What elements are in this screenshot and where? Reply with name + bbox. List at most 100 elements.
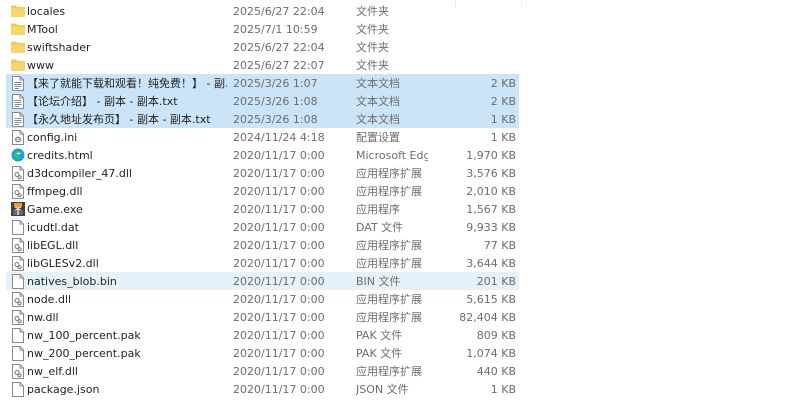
file-modified-date: 2020/11/17 0:00 (233, 256, 325, 270)
file-modified-date: 2020/11/17 0:00 (233, 220, 325, 234)
text-file-icon (10, 75, 26, 91)
file-name: nw_elf.dll (27, 364, 78, 378)
file-name: MTool (27, 22, 58, 36)
file-name: www (27, 58, 54, 72)
dll-file-icon (10, 183, 26, 199)
file-size: 440 KB (476, 364, 516, 378)
file-row[interactable]: package.json 2020/11/17 0:00 JSON 文件 1 KB (6, 380, 519, 398)
file-name: 【来了就能下载和观看！纯免费！】 - 副… (27, 77, 227, 90)
file-size: 1 KB (490, 112, 516, 126)
file-size: 809 KB (476, 328, 516, 342)
file-size: 1,970 KB (466, 148, 516, 162)
dll-file-icon (10, 255, 26, 271)
file-row[interactable]: locales 2025/6/27 22:04 文件夹 (6, 2, 519, 20)
folder-icon (10, 57, 26, 73)
file-name: package.json (27, 382, 100, 396)
file-size: 5,615 KB (466, 292, 516, 306)
file-modified-date: 2020/11/17 0:00 (233, 292, 325, 306)
file-name: Game.exe (27, 202, 83, 216)
file-size: 2,010 KB (466, 184, 516, 198)
file-type: 文件夹 (356, 23, 389, 36)
file-name: d3dcompiler_47.dll (27, 166, 132, 180)
file-size: 9,933 KB (466, 220, 516, 234)
file-row[interactable]: node.dll 2020/11/17 0:00 应用程序扩展 5,615 KB (6, 290, 519, 308)
file-row[interactable]: d3dcompiler_47.dll 2020/11/17 0:00 应用程序扩展 3… (6, 164, 519, 182)
file-modified-date: 2020/11/17 0:00 (233, 364, 325, 378)
file-row[interactable]: 【永久地址发布页】 - 副本 - 副本.txt 2025/3/26 1:08 文本文… (6, 110, 519, 128)
file-modified-date: 2025/6/27 22:04 (233, 40, 325, 54)
dll-file-icon (10, 309, 26, 325)
file-size: 77 KB (483, 238, 516, 252)
file-modified-date: 2020/11/17 0:00 (233, 238, 325, 252)
file-row[interactable]: ffmpeg.dll 2020/11/17 0:00 应用程序扩展 2,010 KB (6, 182, 519, 200)
file-modified-date: 2025/3/26 1:08 (233, 112, 318, 126)
edge-icon (10, 147, 26, 163)
file-size: 1,074 KB (466, 346, 516, 360)
config-file-icon (10, 129, 26, 145)
file-modified-date: 2025/6/27 22:07 (233, 58, 325, 72)
blank-file-icon (10, 219, 26, 235)
file-row[interactable]: libEGL.dll 2020/11/17 0:00 应用程序扩展 77 KB (6, 236, 519, 254)
file-type: 文件夹 (356, 59, 389, 72)
folder-icon (10, 39, 26, 55)
file-modified-date: 2020/11/17 0:00 (233, 166, 325, 180)
file-row[interactable]: 【论坛介绍】 - 副本 - 副本.txt 2025/3/26 1:08 文本文档 2 … (6, 92, 519, 110)
file-name: libGLESv2.dll (27, 256, 99, 270)
file-row[interactable]: config.ini 2024/11/24 4:18 配置设置 1 KB (6, 128, 519, 146)
file-name: locales (27, 4, 66, 18)
blank-file-icon (10, 327, 26, 343)
file-name: credits.html (27, 148, 93, 162)
game-exe-icon (10, 201, 26, 217)
folder-icon (10, 21, 26, 37)
file-type: 文件夹 (356, 5, 389, 18)
file-modified-date: 2020/11/17 0:00 (233, 310, 325, 324)
blank-file-icon (10, 381, 26, 397)
blank-file-icon (10, 273, 26, 289)
file-modified-date: 2020/11/17 0:00 (233, 148, 325, 162)
file-row[interactable]: nw_elf.dll 2020/11/17 0:00 应用程序扩展 440 KB (6, 362, 519, 380)
file-modified-date: 2024/11/24 4:18 (233, 130, 325, 144)
file-name: config.ini (27, 130, 78, 144)
file-modified-date: 2020/11/17 0:00 (233, 382, 325, 396)
dll-file-icon (10, 237, 26, 253)
file-size: 201 KB (476, 274, 516, 288)
file-size: 2 KB (490, 94, 516, 108)
file-modified-date: 2020/11/17 0:00 (233, 346, 325, 360)
file-row[interactable]: nw.dll 2020/11/17 0:00 应用程序扩展 82,404 KB (6, 308, 519, 326)
file-name: nw_200_percent.pak (27, 346, 141, 360)
file-list: locales 2025/6/27 22:04 文件夹 MTool 2025/7/1 1… (0, 0, 800, 403)
blank-file-icon (10, 345, 26, 361)
file-type: 文件夹 (356, 41, 389, 54)
file-row[interactable]: icudtl.dat 2020/11/17 0:00 DAT 文件 9,933 KB (6, 218, 519, 236)
file-row[interactable]: 【来了就能下载和观看！纯免费！】 - 副… 2025/3/26 1:07 文本文档 2… (6, 74, 519, 92)
file-row[interactable]: credits.html 2020/11/17 0:00 Microsoft Edg… (6, 146, 519, 164)
file-name: libEGL.dll (27, 238, 79, 252)
file-row[interactable]: nw_100_percent.pak 2020/11/17 0:00 PAK 文件 8… (6, 326, 519, 344)
dll-file-icon (10, 291, 26, 307)
file-size: 82,404 KB (459, 310, 516, 324)
file-row[interactable]: www 2025/6/27 22:07 文件夹 (6, 56, 519, 74)
file-modified-date: 2020/11/17 0:00 (233, 328, 325, 342)
file-row[interactable]: swiftshader 2025/6/27 22:04 文件夹 (6, 38, 519, 56)
dll-file-icon (10, 363, 26, 379)
file-modified-date: 2025/7/1 10:59 (233, 22, 318, 36)
file-name: nw_100_percent.pak (27, 328, 141, 342)
file-row[interactable]: Game.exe 2020/11/17 0:00 应用程序 1,567 KB (6, 200, 519, 218)
column-divider (521, 0, 522, 8)
file-size: 1 KB (490, 130, 516, 144)
file-name: icudtl.dat (27, 220, 79, 234)
file-size: 2 KB (490, 76, 516, 90)
file-row[interactable]: MTool 2025/7/1 10:59 文件夹 (6, 20, 519, 38)
file-modified-date: 2020/11/17 0:00 (233, 202, 325, 216)
file-row[interactable]: nw_200_percent.pak 2020/11/17 0:00 PAK 文件 1… (6, 344, 519, 362)
file-modified-date: 2020/11/17 0:00 (233, 184, 325, 198)
file-name: natives_blob.bin (27, 274, 117, 288)
file-size: 3,576 KB (466, 166, 516, 180)
file-size: 3,644 KB (466, 256, 516, 270)
file-row[interactable]: natives_blob.bin 2020/11/17 0:00 BIN 文件 201… (6, 272, 519, 290)
file-modified-date: 2020/11/17 0:00 (233, 274, 325, 288)
file-size: 1 KB (490, 382, 516, 396)
file-row[interactable]: libGLESv2.dll 2020/11/17 0:00 应用程序扩展 3,644 … (6, 254, 519, 272)
file-name: 【论坛介绍】 - 副本 - 副本.txt (27, 95, 178, 108)
file-name: ffmpeg.dll (27, 184, 83, 198)
